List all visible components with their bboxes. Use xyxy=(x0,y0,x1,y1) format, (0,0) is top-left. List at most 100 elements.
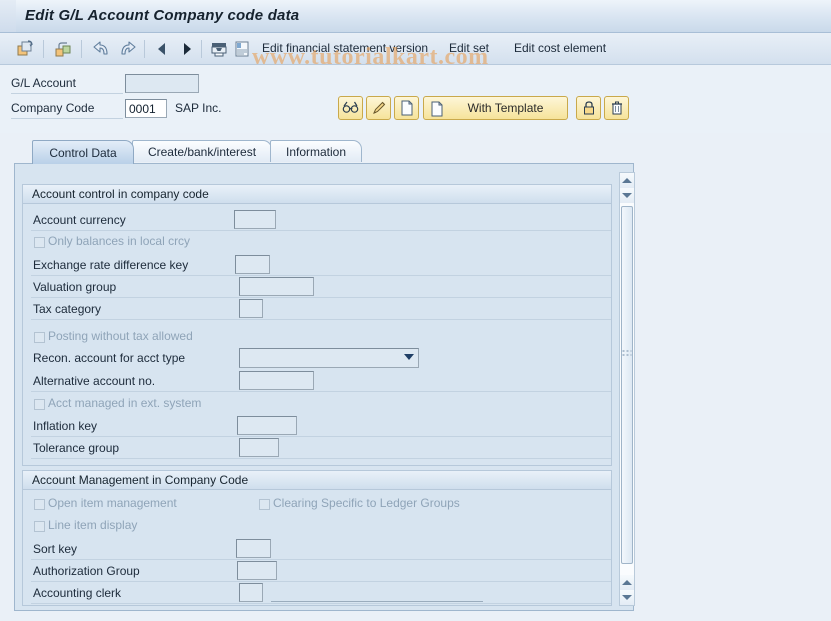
company-code-label: Company Code xyxy=(11,101,94,115)
company-code-input[interactable] xyxy=(125,99,167,118)
exchange-rate-diff-key-input[interactable] xyxy=(235,255,270,274)
posting-without-tax-checkbox xyxy=(34,332,45,343)
glasses-icon xyxy=(342,101,359,115)
acct-managed-ext-system-label: Acct managed in ext. system xyxy=(48,396,201,410)
toolbar-separator xyxy=(201,40,202,58)
open-item-management-checkbox xyxy=(34,499,45,510)
scrollbar-thumb[interactable] xyxy=(621,206,633,564)
change-button[interactable] xyxy=(366,96,391,120)
create-button[interactable] xyxy=(394,96,419,120)
group-account-control-title: Account control in company code xyxy=(23,185,611,204)
triangle-up-icon xyxy=(622,580,632,585)
row-divider xyxy=(31,581,611,582)
line-item-display-label: Line item display xyxy=(48,518,137,532)
next-icon[interactable] xyxy=(178,37,196,61)
with-template-button[interactable]: With Template xyxy=(423,96,568,120)
tolerance-group-input[interactable] xyxy=(239,438,279,457)
row-divider xyxy=(31,603,611,604)
company-code-underline xyxy=(11,118,123,119)
clearing-specific-ledger-groups-label: Clearing Specific to Ledger Groups xyxy=(273,496,460,510)
row-divider xyxy=(31,458,611,459)
group-account-management-title: Account Management in Company Code xyxy=(23,471,611,490)
tab-information[interactable]: Information xyxy=(270,140,362,162)
gl-account-label: G/L Account xyxy=(11,76,76,90)
back-arrow-icon[interactable] xyxy=(90,37,114,61)
row-divider xyxy=(31,297,611,298)
scroll-down-button[interactable] xyxy=(620,590,634,605)
header-area: G/L Account Company Code SAP Inc. xyxy=(0,65,831,133)
line-item-display-checkbox xyxy=(34,521,45,532)
forward-arrow-icon[interactable] xyxy=(115,37,139,61)
tab-label: Control Data xyxy=(49,146,116,160)
valuation-group-input[interactable] xyxy=(239,277,314,296)
tax-category-input[interactable] xyxy=(239,299,263,318)
create-role-icon[interactable] xyxy=(52,37,74,61)
inflation-key-input[interactable] xyxy=(237,416,297,435)
scroll-down-button-upper[interactable] xyxy=(620,188,634,203)
sort-key-input[interactable] xyxy=(236,539,271,558)
alternative-account-no-label: Alternative account no. xyxy=(33,374,155,388)
print-icon[interactable] xyxy=(208,37,230,61)
account-currency-label: Account currency xyxy=(33,213,126,227)
accounting-clerk-value-underline xyxy=(271,601,483,602)
only-balances-local-crcy-label: Only balances in local crcy xyxy=(48,234,190,248)
accounting-clerk-input[interactable] xyxy=(239,583,263,602)
tab-label: Create/bank/interest xyxy=(148,145,256,159)
company-name-text: SAP Inc. xyxy=(175,101,221,115)
posting-without-tax-label: Posting without tax allowed xyxy=(48,329,193,343)
row-divider xyxy=(31,230,611,231)
page-title: Edit G/L Account Company code data xyxy=(25,7,299,24)
document-icon[interactable] xyxy=(231,37,253,61)
application-toolbar: © Edit financial statement version Edit … xyxy=(0,33,831,65)
recon-account-type-label: Recon. account for acct type xyxy=(33,351,185,365)
triangle-up-icon xyxy=(622,178,632,183)
row-divider xyxy=(31,559,611,560)
lock-icon xyxy=(582,100,596,116)
tab-control-data[interactable]: Control Data xyxy=(32,140,134,164)
tab-label: Information xyxy=(286,145,346,159)
toolbar-link-edit-financial-statement-version[interactable]: Edit financial statement version xyxy=(262,41,428,55)
authorization-group-input[interactable] xyxy=(237,561,277,580)
tolerance-group-label: Tolerance group xyxy=(33,441,119,455)
row-divider xyxy=(31,275,611,276)
control-data-panel: Account control in company code Account … xyxy=(14,163,634,611)
only-balances-local-crcy-checkbox xyxy=(34,237,45,248)
tax-category-label: Tax category xyxy=(33,302,101,316)
toolbar-link-edit-set[interactable]: Edit set xyxy=(449,41,489,55)
gl-account-underline xyxy=(11,93,123,94)
scrollbar-grip-icon xyxy=(623,350,632,357)
display-button[interactable] xyxy=(338,96,363,120)
clearing-specific-ledger-groups-checkbox xyxy=(259,499,270,510)
triangle-down-icon xyxy=(622,193,632,198)
sort-key-label: Sort key xyxy=(33,542,77,556)
account-currency-input[interactable] xyxy=(234,210,276,229)
trash-icon xyxy=(610,100,624,116)
scroll-up-button-lower[interactable] xyxy=(620,575,634,590)
scroll-up-button[interactable] xyxy=(620,173,634,188)
group-account-control: Account control in company code Account … xyxy=(22,184,612,466)
group-account-management: Account Management in Company Code Open … xyxy=(22,470,612,606)
row-divider xyxy=(31,436,611,437)
toolbar-separator xyxy=(43,40,44,58)
alternative-account-no-input[interactable] xyxy=(239,371,314,390)
tab-strip: Control Data Create/bank/interest Inform… xyxy=(0,140,831,165)
toolbar-link-edit-cost-element[interactable]: Edit cost element xyxy=(514,41,606,55)
with-template-label: With Template xyxy=(468,101,544,115)
authorization-group-label: Authorization Group xyxy=(33,564,140,578)
toolbar-separator xyxy=(81,40,82,58)
toolbar-separator xyxy=(144,40,145,58)
pencil-icon xyxy=(371,100,387,116)
delete-button[interactable] xyxy=(604,96,629,120)
lock-button[interactable] xyxy=(576,96,601,120)
page-icon xyxy=(400,100,414,116)
open-item-management-label: Open item management xyxy=(48,496,177,510)
triangle-down-icon xyxy=(622,595,632,600)
previous-icon[interactable] xyxy=(153,37,171,61)
inflation-key-label: Inflation key xyxy=(33,419,97,433)
new-window-icon[interactable] xyxy=(14,37,36,61)
recon-account-type-combo[interactable] xyxy=(239,348,419,368)
panel-vertical-scrollbar[interactable] xyxy=(619,172,635,606)
gl-account-input[interactable] xyxy=(125,74,199,93)
chevron-down-icon xyxy=(404,354,414,360)
tab-create-bank-interest[interactable]: Create/bank/interest xyxy=(132,140,272,162)
